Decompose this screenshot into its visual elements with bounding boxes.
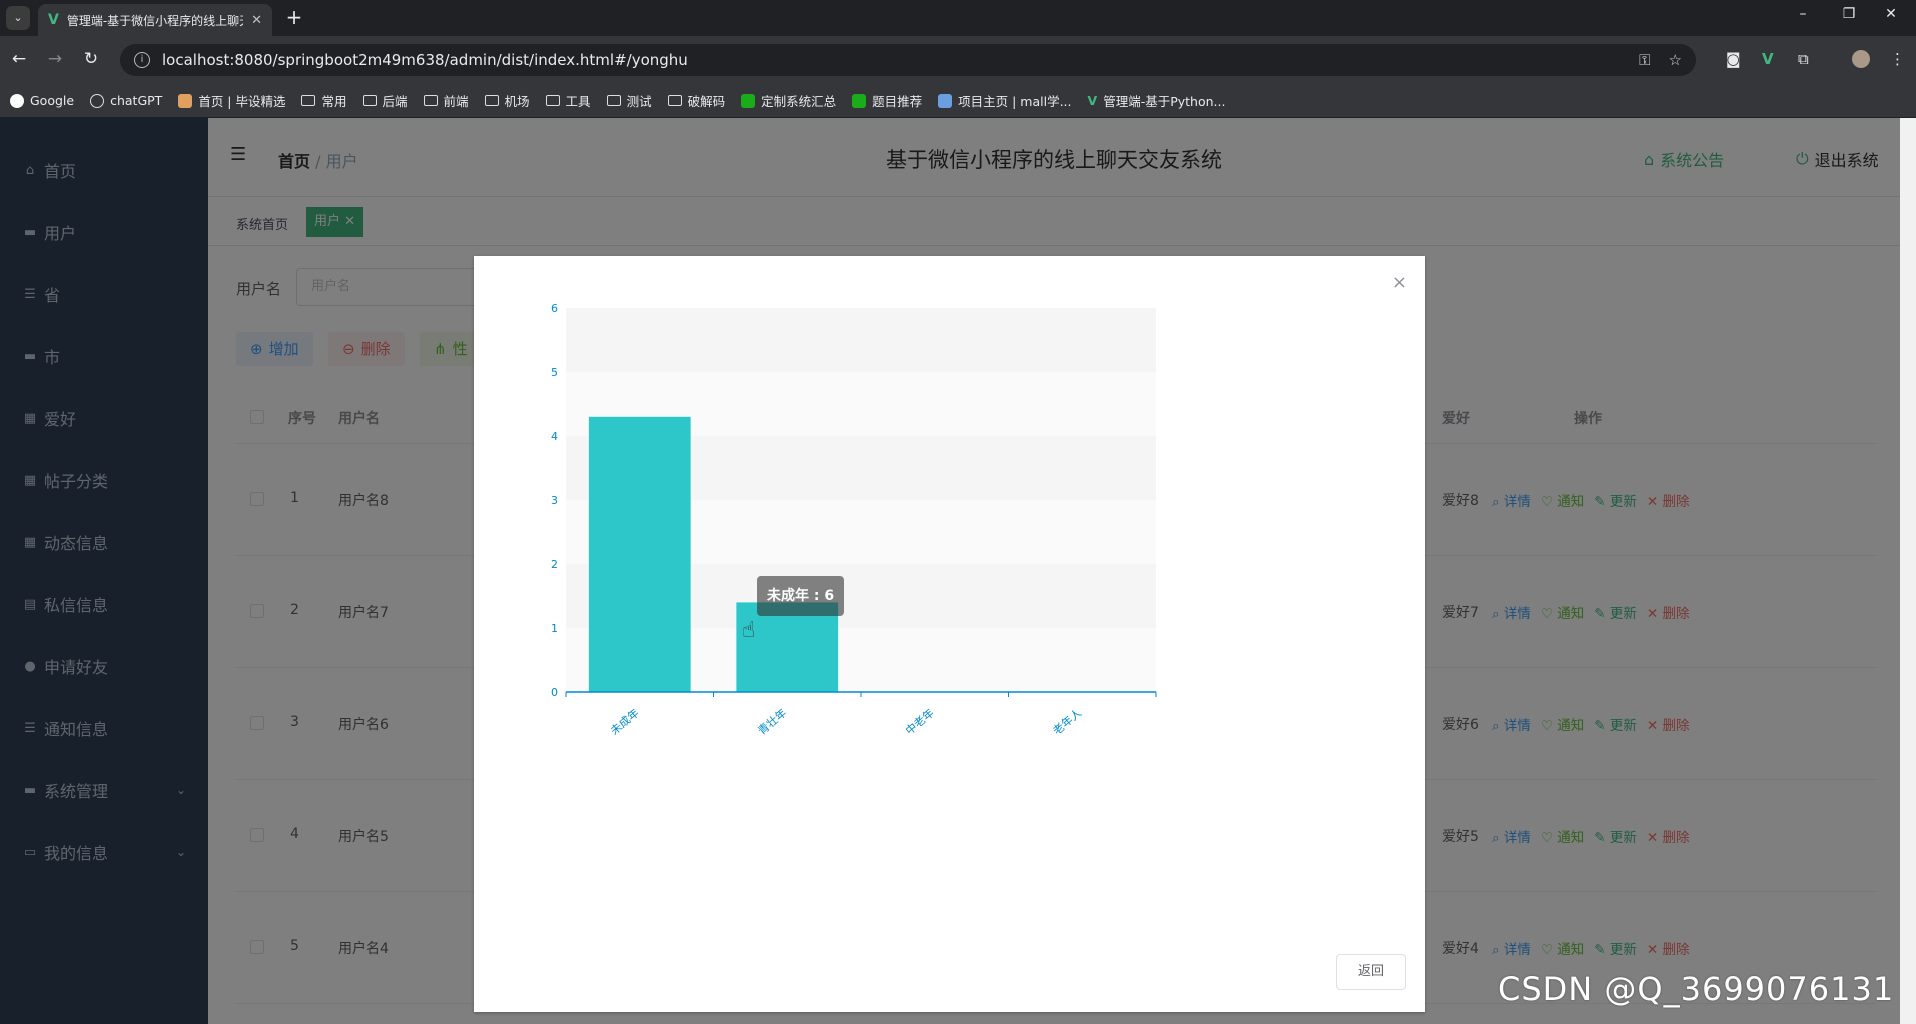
vue-logo-icon: V xyxy=(48,12,59,28)
chatgpt-icon xyxy=(90,93,105,108)
profile-avatar[interactable] xyxy=(1852,50,1870,68)
url-text[interactable]: localhost:8080/springboot2m49m638/admin/… xyxy=(162,51,1621,69)
x-tick-label: 老年人 xyxy=(1050,706,1084,738)
hand-cursor-icon: ☝ xyxy=(742,618,756,643)
vue-logo-icon: V xyxy=(1087,93,1098,108)
omnibox[interactable]: i localhost:8080/springboot2m49m638/admi… xyxy=(120,44,1696,76)
y-tick-label: 5 xyxy=(551,366,558,379)
incognito-icon[interactable]: ◙ xyxy=(1726,50,1741,68)
site-icon xyxy=(178,93,193,108)
bar-chart: 0 1 2 3 4 5 6 未成年 青壮年 中老年 老年人 xyxy=(551,302,1157,738)
folder-icon xyxy=(606,95,621,106)
bookmark-star-icon[interactable]: ☆ xyxy=(1669,51,1682,69)
bookmark-item[interactable]: 项目主页 | mall学... xyxy=(938,91,1072,110)
google-icon xyxy=(10,93,24,108)
new-tab-button[interactable]: + xyxy=(282,6,306,30)
bookmark-folder[interactable]: 工具 xyxy=(545,91,591,110)
y-tick-label: 3 xyxy=(551,494,558,507)
vue-devtools-icon[interactable]: V xyxy=(1762,50,1774,68)
bookmarks-bar: Google chatGPT 首页 | 毕设精选 常用 后端 前端 机场 工具 … xyxy=(0,84,1916,118)
csdn-watermark: CSDN @Q_3699076131 xyxy=(1498,970,1895,1008)
browser-menu-icon[interactable]: ⋮ xyxy=(1890,50,1905,68)
address-bar-row: ← → ↻ i localhost:8080/springboot2m49m63… xyxy=(0,36,1916,84)
site-info-icon[interactable]: i xyxy=(134,52,150,68)
bookmark-folder[interactable]: 测试 xyxy=(606,91,652,110)
tab-search-button[interactable]: ⌄ xyxy=(6,6,30,30)
bookmark-folder[interactable]: 常用 xyxy=(301,91,347,110)
folder-icon xyxy=(545,95,560,106)
y-tick-label: 6 xyxy=(551,302,558,315)
back-icon[interactable]: ← xyxy=(8,49,30,69)
bookmark-item[interactable]: 题目推荐 xyxy=(852,91,922,110)
site-icon xyxy=(852,93,867,108)
extensions-icon[interactable]: ⧉ xyxy=(1798,50,1809,68)
age-stats-dialog: × 年龄统计 0123456未成年青壮年中老年老年人 未成年 : 6 ☝ 返回 xyxy=(474,256,1425,1012)
bookmark-item[interactable]: 定制系统汇总 xyxy=(741,91,836,110)
bookmark-item[interactable]: 首页 | 毕设精选 xyxy=(178,91,285,110)
reload-icon[interactable]: ↻ xyxy=(80,49,102,69)
window-close-icon[interactable]: ✕ xyxy=(1876,6,1906,22)
page-scrollbar[interactable] xyxy=(1900,118,1916,1024)
y-tick-label: 1 xyxy=(551,622,558,635)
bookmark-folder[interactable]: 后端 xyxy=(362,91,408,110)
bookmark-item[interactable]: chatGPT xyxy=(90,93,162,108)
forward-icon[interactable]: → xyxy=(44,49,66,69)
tab-title: 管理端-基于微信小程序的线上聊天交友系统 xyxy=(66,13,243,28)
return-button[interactable]: 返回 xyxy=(1336,954,1406,990)
folder-icon xyxy=(301,95,316,106)
x-tick-label: 未成年 xyxy=(607,706,641,738)
folder-icon xyxy=(484,95,499,106)
bookmark-folder[interactable]: 破解码 xyxy=(667,91,725,110)
y-tick-label: 4 xyxy=(551,430,558,443)
browser-tab[interactable]: V 管理端-基于微信小程序的线上聊天交友系统 ✕ xyxy=(38,4,272,36)
site-icon xyxy=(938,93,953,108)
restore-icon[interactable]: ❐ xyxy=(1834,6,1864,22)
bookmark-item[interactable]: Google xyxy=(10,93,74,108)
bookmark-folder[interactable]: 机场 xyxy=(484,91,530,110)
y-tick-label: 2 xyxy=(551,558,558,571)
bookmark-folder[interactable]: 前端 xyxy=(423,91,469,110)
bar-未成年 xyxy=(588,416,691,692)
tab-close-icon[interactable]: ✕ xyxy=(251,13,262,28)
x-tick-label: 青壮年 xyxy=(755,706,789,738)
folder-icon xyxy=(423,95,438,106)
folder-icon xyxy=(362,95,377,106)
chart-tooltip: 未成年 : 6 xyxy=(757,576,845,616)
browser-tab-bar: ⌄ V 管理端-基于微信小程序的线上聊天交友系统 ✕ + – ❐ ✕ xyxy=(0,0,1916,36)
x-tick-label: 中老年 xyxy=(902,706,936,738)
y-tick-label: 0 xyxy=(551,686,558,699)
grid-band xyxy=(566,308,1156,372)
site-icon xyxy=(741,93,756,108)
bookmark-item[interactable]: V 管理端-基于Python... xyxy=(1088,91,1226,110)
folder-icon xyxy=(667,95,682,106)
minimize-icon[interactable]: – xyxy=(1788,6,1818,22)
password-key-icon[interactable]: ⚿ xyxy=(1639,51,1650,69)
